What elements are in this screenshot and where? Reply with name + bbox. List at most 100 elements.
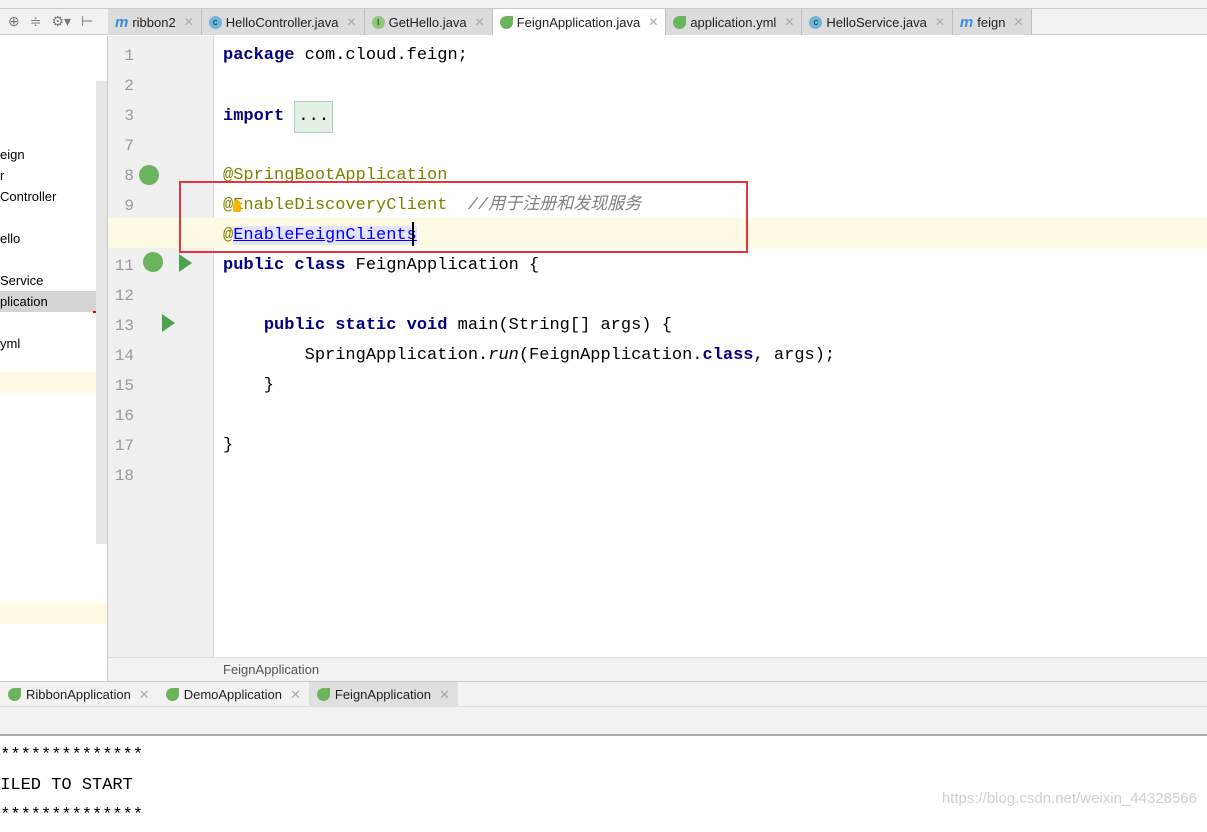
project-tree-item[interactable]: r <box>0 165 96 186</box>
console-line: *************** <box>0 806 144 825</box>
maven-icon: m <box>959 13 974 31</box>
project-scrollbar[interactable] <box>96 81 107 544</box>
tab-label: HelloService.java <box>826 14 927 30</box>
run-tab-label: DemoApplication <box>183 687 282 702</box>
spring-class-icon[interactable] <box>143 252 163 272</box>
code-token: com.cloud.feign; <box>304 46 468 65</box>
code-token: import <box>223 107 295 126</box>
code-editor[interactable]: package com.cloud.feign; import ... @Sprin… <box>214 36 1207 657</box>
run-tab[interactable]: DemoApplication ✕ <box>158 682 309 707</box>
project-tree-item[interactable]: Controller <box>0 186 96 207</box>
class-icon: c <box>208 15 222 29</box>
editor-breadcrumb[interactable]: FeignApplication <box>108 657 1207 681</box>
run-toolbar <box>0 707 1207 736</box>
code-token: package <box>223 46 305 65</box>
spring-boot-icon <box>8 688 21 701</box>
class-icon: c <box>809 15 823 29</box>
line-number: 18 <box>114 467 134 485</box>
run-tab-bar: RibbonApplication ✕ DemoApplication ✕ FeignA… <box>0 681 1207 707</box>
collapse-icon[interactable]: ≑ <box>30 13 42 30</box>
line-number: 3 <box>124 107 134 125</box>
watermark: https://blog.csdn.net/weixin_44328566 <box>941 790 1197 807</box>
editor-tab[interactable]: m ribbon2 ✕ <box>108 9 202 35</box>
code-token: run <box>488 346 519 365</box>
project-tree-item[interactable]: ello <box>0 228 96 249</box>
line-number: 14 <box>114 347 134 365</box>
console-line: *************** <box>0 746 144 765</box>
maven-icon: m <box>115 13 129 31</box>
line-number: 2 <box>124 77 134 95</box>
code-line: SpringApplication.run(FeignApplication.c… <box>214 341 1207 371</box>
close-icon[interactable]: ✕ <box>184 15 194 29</box>
project-tree-item[interactable]: eign <box>0 144 96 165</box>
line-number: 1 <box>124 47 134 65</box>
locate-icon[interactable]: ⊕ <box>8 13 20 30</box>
code-token: class <box>702 346 754 365</box>
project-toolbar: ⊕ ≑ ⚙▾ ⊢ <box>0 9 108 34</box>
close-icon[interactable]: ✕ <box>648 15 658 29</box>
close-icon[interactable]: ✕ <box>784 15 794 29</box>
highlight-box <box>179 181 748 253</box>
project-tree-item[interactable]: yml <box>0 333 96 354</box>
project-panel: eign r Controller ello Service plication yml <box>0 36 108 681</box>
run-main-icon[interactable] <box>162 314 175 332</box>
line-number: 13 <box>114 317 134 335</box>
code-line: public class FeignApplication { <box>214 251 1207 281</box>
spring-boot-class-icon <box>499 15 513 29</box>
console-line: AILED TO START <box>0 776 133 795</box>
code-token: (FeignApplication. <box>518 346 703 365</box>
line-number: 15 <box>114 377 134 395</box>
line-number: 9 <box>124 197 134 215</box>
tab-label: FeignApplication.java <box>516 14 641 30</box>
line-number: 12 <box>114 287 134 305</box>
line-number: 11 <box>114 257 134 275</box>
tab-label: application.yml <box>690 14 777 30</box>
editor-tab[interactable]: application.yml ✕ <box>666 9 803 35</box>
line-number: 7 <box>124 137 134 155</box>
editor-tab[interactable]: m feign ✕ <box>952 9 1032 35</box>
code-line: import ... <box>214 101 1207 133</box>
project-tree-item[interactable]: Service <box>0 270 96 291</box>
code-token: } <box>223 376 275 395</box>
close-icon[interactable]: ✕ <box>290 687 301 703</box>
tab-label: HelloController.java <box>225 14 339 30</box>
editor-tab[interactable]: I GetHello.java ✕ <box>364 9 493 35</box>
editor-tab[interactable]: c HelloService.java ✕ <box>802 9 953 35</box>
navigation-bar <box>0 0 1207 9</box>
tab-label: ribbon2 <box>132 14 176 30</box>
code-token: public class <box>223 256 346 275</box>
close-icon[interactable]: ✕ <box>475 15 485 29</box>
code-token[interactable]: ... <box>294 101 334 133</box>
editor-tab[interactable]: FeignApplication.java ✕ <box>492 9 667 35</box>
close-icon[interactable]: ✕ <box>347 15 357 29</box>
close-icon[interactable]: ✕ <box>1013 15 1023 29</box>
code-token: public static void <box>263 316 448 335</box>
spring-yml-icon <box>673 15 687 29</box>
spring-bean-icon[interactable] <box>139 165 159 185</box>
run-class-icon[interactable] <box>179 254 192 272</box>
editor-tab-bar: ⊕ ≑ ⚙▾ ⊢ m ribbon2 ✕ c HelloController.java ✕… <box>0 9 1207 35</box>
code-token: } <box>223 436 234 455</box>
tab-label: feign <box>977 14 1006 30</box>
run-tab[interactable]: RibbonApplication ✕ <box>0 682 158 707</box>
editor-tab[interactable]: c HelloController.java ✕ <box>201 9 365 35</box>
project-tree-item[interactable]: plication <box>0 291 96 312</box>
close-icon[interactable]: ✕ <box>439 687 450 703</box>
code-line: } <box>214 371 1207 401</box>
code-line: package com.cloud.feign; <box>214 41 1207 71</box>
run-tab-label: FeignApplication <box>334 687 432 702</box>
code-line: } <box>214 431 1207 461</box>
close-icon[interactable]: ✕ <box>139 687 150 703</box>
close-icon[interactable]: ✕ <box>935 15 945 29</box>
run-tab-label: RibbonApplication <box>26 687 131 702</box>
spring-boot-icon <box>316 688 330 701</box>
hide-panel-icon[interactable]: ⊢ <box>81 13 93 30</box>
spring-boot-icon <box>165 688 179 701</box>
run-tab[interactable]: FeignApplication ✕ <box>308 682 458 707</box>
gear-icon[interactable]: ⚙▾ <box>51 13 71 30</box>
